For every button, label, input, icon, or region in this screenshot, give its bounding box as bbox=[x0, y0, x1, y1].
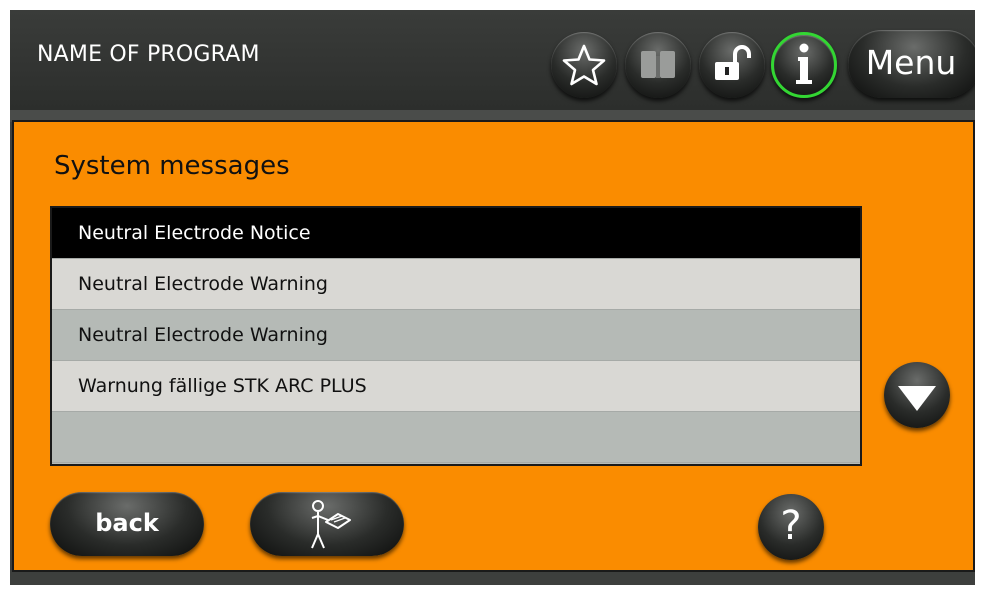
lock-button[interactable] bbox=[699, 32, 765, 98]
back-button[interactable]: back bbox=[50, 492, 204, 556]
list-item[interactable] bbox=[52, 412, 860, 463]
list-item[interactable]: Neutral Electrode Warning bbox=[52, 259, 860, 310]
book-icon bbox=[641, 51, 675, 78]
list-item[interactable]: Neutral Electrode Notice bbox=[52, 208, 860, 259]
manual-book-button[interactable] bbox=[625, 32, 691, 98]
help-button[interactable]: ? bbox=[758, 494, 824, 560]
operating-manual-button[interactable] bbox=[250, 492, 404, 556]
bottom-strip bbox=[10, 572, 975, 585]
system-messages-panel: System messages Neutral Electrode Notice… bbox=[12, 120, 975, 572]
program-name: NAME OF PROGRAM bbox=[37, 42, 260, 67]
arrow-down-icon bbox=[898, 386, 936, 411]
operating-manual-icon bbox=[311, 500, 351, 549]
info-icon bbox=[796, 43, 812, 84]
info-button[interactable] bbox=[771, 32, 837, 98]
header-bar: NAME OF PROGRAM Menu bbox=[10, 10, 975, 110]
device-screen: NAME OF PROGRAM Menu System messages Neu… bbox=[10, 10, 975, 585]
message-list: Neutral Electrode Notice Neutral Electro… bbox=[50, 206, 862, 466]
menu-button[interactable]: Menu bbox=[848, 30, 975, 98]
list-item[interactable]: Neutral Electrode Warning bbox=[52, 310, 860, 361]
scroll-down-button[interactable] bbox=[884, 362, 950, 428]
favorites-button[interactable] bbox=[551, 32, 617, 98]
panel-title: System messages bbox=[54, 151, 290, 181]
list-item[interactable]: Warnung fällige STK ARC PLUS bbox=[52, 361, 860, 412]
unlock-icon bbox=[715, 45, 751, 80]
star-icon bbox=[562, 44, 606, 86]
